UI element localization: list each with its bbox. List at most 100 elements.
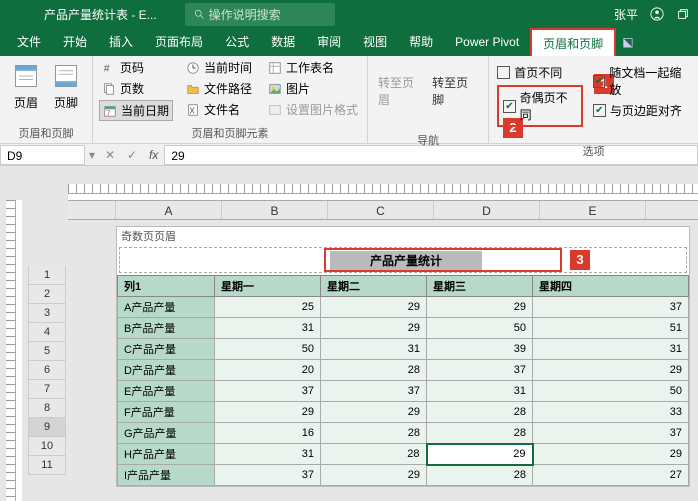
row-label[interactable]: B产品产量 — [118, 318, 215, 339]
user-avatar-icon[interactable] — [650, 7, 664, 21]
cell[interactable]: 29 — [427, 297, 533, 318]
pages-button[interactable]: 页数 — [99, 79, 173, 98]
tell-me-search[interactable]: 操作说明搜索 — [185, 3, 335, 26]
col-c[interactable]: C — [328, 201, 434, 219]
cell[interactable]: 29 — [533, 360, 689, 381]
th-3[interactable]: 星期三 — [427, 276, 533, 297]
cell[interactable]: 37 — [215, 465, 321, 486]
cell[interactable]: 50 — [215, 339, 321, 360]
cell[interactable]: 16 — [215, 423, 321, 444]
cell[interactable]: 29 — [427, 444, 533, 465]
confirm-icon[interactable]: ✓ — [121, 148, 143, 162]
name-box[interactable]: D9 — [0, 145, 85, 165]
row-label[interactable]: H产品产量 — [118, 444, 215, 465]
row-label[interactable]: A产品产量 — [118, 297, 215, 318]
picture-button[interactable]: 图片 — [265, 79, 361, 98]
row-3[interactable]: 3 — [28, 304, 66, 323]
cell[interactable]: 20 — [215, 360, 321, 381]
tab-help[interactable]: 帮助 — [398, 28, 444, 56]
th-0[interactable]: 列1 — [118, 276, 215, 297]
cell[interactable]: 39 — [427, 339, 533, 360]
row-label[interactable]: C产品产量 — [118, 339, 215, 360]
cell[interactable]: 28 — [321, 360, 427, 381]
header-center-text[interactable]: 产品产量统计 — [330, 251, 482, 270]
cell[interactable]: 29 — [321, 465, 427, 486]
cell[interactable]: 37 — [533, 297, 689, 318]
cell[interactable]: 28 — [321, 444, 427, 465]
row-label[interactable]: E产品产量 — [118, 381, 215, 402]
row-label[interactable]: D产品产量 — [118, 360, 215, 381]
cell[interactable]: 29 — [321, 402, 427, 423]
footer-button[interactable]: 页脚 — [46, 58, 86, 115]
row-5[interactable]: 5 — [28, 342, 66, 361]
tab-insert[interactable]: 插入 — [98, 28, 144, 56]
cell[interactable]: 25 — [215, 297, 321, 318]
opt-firstdiff[interactable]: 首页不同 — [497, 64, 583, 81]
pageno-button[interactable]: #页码 — [99, 58, 173, 77]
cancel-icon[interactable]: ✕ — [99, 148, 121, 162]
col-a[interactable]: A — [116, 201, 222, 219]
filepath-button[interactable]: 文件路径 — [183, 79, 255, 98]
cell[interactable]: 28 — [427, 423, 533, 444]
opt-align[interactable]: ✔与页边距对齐 — [593, 102, 690, 119]
cell[interactable]: 31 — [215, 318, 321, 339]
row-10[interactable]: 10 — [28, 437, 66, 456]
cell[interactable]: 28 — [427, 402, 533, 423]
row-9[interactable]: 9 — [28, 418, 66, 437]
goto-footer-button[interactable]: 转至页脚 — [430, 60, 480, 108]
header-edit-box[interactable]: 3 产品产量统计 — [119, 247, 687, 273]
th-2[interactable]: 星期二 — [321, 276, 427, 297]
tab-data[interactable]: 数据 — [260, 28, 306, 56]
tab-formulas[interactable]: 公式 — [214, 28, 260, 56]
col-d[interactable]: D — [434, 201, 540, 219]
col-e[interactable]: E — [540, 201, 646, 219]
row-2[interactable]: 2 — [28, 285, 66, 304]
th-4[interactable]: 星期四 — [533, 276, 689, 297]
tab-review[interactable]: 审阅 — [306, 28, 352, 56]
row-label[interactable]: F产品产量 — [118, 402, 215, 423]
cell[interactable]: 27 — [533, 465, 689, 486]
window-restore-icon[interactable] — [676, 7, 690, 21]
row-label[interactable]: I产品产量 — [118, 465, 215, 486]
cell[interactable]: 29 — [215, 402, 321, 423]
cell[interactable]: 29 — [321, 318, 427, 339]
row-6[interactable]: 6 — [28, 361, 66, 380]
tab-headerfooter[interactable]: 页眉和页脚 — [530, 28, 616, 56]
header-button[interactable]: 页眉 — [6, 58, 46, 115]
cell[interactable]: 28 — [427, 465, 533, 486]
tab-powerpivot[interactable]: Power Pivot — [444, 28, 530, 56]
cell[interactable]: 50 — [427, 318, 533, 339]
tab-file[interactable]: 文件 — [6, 28, 52, 56]
tab-pagelayout[interactable]: 页面布局 — [144, 28, 214, 56]
col-b[interactable]: B — [222, 201, 328, 219]
cell[interactable]: 31 — [427, 381, 533, 402]
cell[interactable]: 37 — [215, 381, 321, 402]
row-label[interactable]: G产品产量 — [118, 423, 215, 444]
filename-button[interactable]: X文件名 — [183, 100, 255, 119]
cell[interactable]: 37 — [533, 423, 689, 444]
cell[interactable]: 33 — [533, 402, 689, 423]
fx-icon[interactable]: fx — [143, 148, 164, 162]
cell[interactable]: 29 — [321, 297, 427, 318]
th-1[interactable]: 星期一 — [215, 276, 321, 297]
tab-view[interactable]: 视图 — [352, 28, 398, 56]
cell[interactable]: 51 — [533, 318, 689, 339]
row-8[interactable]: 8 — [28, 399, 66, 418]
cell[interactable]: 37 — [427, 360, 533, 381]
row-4[interactable]: 4 — [28, 323, 66, 342]
opt-oddeven[interactable]: ✔奇偶页不同 — [497, 85, 583, 127]
sheetname-button[interactable]: 工作表名 — [265, 58, 361, 77]
cell[interactable]: 29 — [533, 444, 689, 465]
curtime-button[interactable]: 当前时间 — [183, 58, 255, 77]
cell[interactable]: 37 — [321, 381, 427, 402]
cell[interactable]: 31 — [533, 339, 689, 360]
cell[interactable]: 28 — [321, 423, 427, 444]
curdate-button[interactable]: 7当前日期 — [99, 100, 173, 121]
cell[interactable]: 50 — [533, 381, 689, 402]
tab-home[interactable]: 开始 — [52, 28, 98, 56]
row-11[interactable]: 11 — [28, 456, 66, 475]
cell[interactable]: 31 — [321, 339, 427, 360]
row-1[interactable]: 1 — [28, 266, 66, 285]
row-7[interactable]: 7 — [28, 380, 66, 399]
opt-scale[interactable]: ✔随文档一起缩放 — [593, 64, 690, 98]
